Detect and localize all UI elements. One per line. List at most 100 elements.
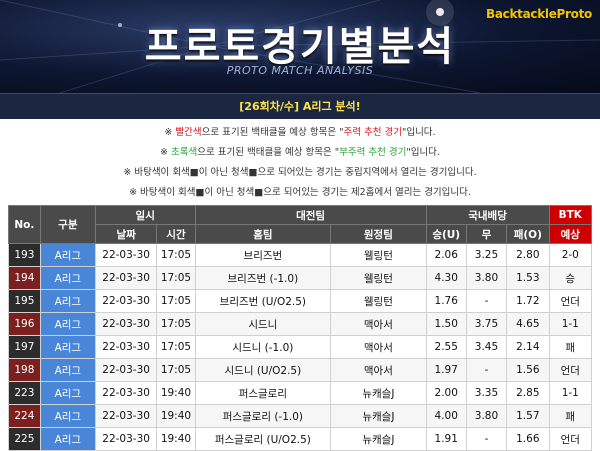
time-cell: 17:05	[156, 266, 196, 290]
home-team-cell: 퍼스글로리	[194, 381, 332, 405]
header-odds: 국내배당	[425, 205, 550, 225]
date-cell: 22-03-30	[94, 243, 158, 267]
away-team-cell: 뉴캐슬J	[330, 427, 427, 451]
time-cell: 19:40	[156, 404, 196, 428]
match-number: 223	[8, 381, 41, 405]
date-cell: 22-03-30	[94, 358, 158, 382]
away-team-cell: 웰링턴	[330, 243, 427, 267]
home-team-cell: 시드니 (-1.0)	[194, 335, 332, 359]
header-datetime: 일시	[94, 205, 196, 225]
table-row[interactable]: 194 A리그 22-03-30 17:05 브리즈번 (-1.0) 웰링턴 4.30 3.8…	[8, 266, 593, 290]
odds-draw-cell: 3.45	[465, 335, 508, 359]
prediction-cell: 1-1	[548, 312, 593, 336]
match-number: 225	[8, 427, 41, 451]
league-cell: A리그	[39, 289, 96, 313]
note-text: 으로 표기된 백태클을 예상 항목은 "	[201, 127, 344, 138]
table-row[interactable]: 224 A리그 22-03-30 19:40 퍼스글로리 (-1.0) 뉴캐슬J 4.00 3…	[8, 404, 593, 428]
note-highlight: 주력 추천 경기	[343, 127, 402, 138]
home-team-cell: 퍼스글로리 (-1.0)	[194, 404, 332, 428]
legend-note-green: ※ 초록색으로 표기된 백태클을 예상 항목은 "부주력 추천 경기"입니다.	[0, 144, 600, 158]
date-cell: 22-03-30	[94, 266, 158, 290]
league-cell: A리그	[39, 381, 96, 405]
odds-win-cell: 2.00	[425, 381, 467, 405]
table-row[interactable]: 197 A리그 22-03-30 17:05 시드니 (-1.0) 맥아서 2.55 3.45…	[8, 335, 593, 359]
table-row[interactable]: 225 A리그 22-03-30 19:40 퍼스글로리 (U/O2.5) 뉴캐슬J 1.9…	[8, 427, 593, 451]
odds-lose-cell: 2.85	[506, 381, 550, 405]
match-number: 196	[8, 312, 41, 336]
odds-draw-cell: 3.80	[465, 404, 508, 428]
header-draw: 무	[465, 224, 508, 244]
table-row[interactable]: 196 A리그 22-03-30 17:05 시드니 맥아서 1.50 3.75 4.65 1-1	[8, 312, 593, 336]
away-team-cell: 웰링턴	[330, 266, 427, 290]
note-highlight: 부주력 추천 경기	[339, 147, 407, 158]
note-prefix: ※	[164, 127, 176, 138]
header-no: No.	[8, 205, 41, 244]
odds-lose-cell: 1.72	[506, 289, 550, 313]
time-cell: 17:05	[156, 312, 196, 336]
league-cell: A리그	[39, 335, 96, 359]
home-team-cell: 브리즈번	[194, 243, 332, 267]
note-suffix: "입니다.	[406, 147, 440, 158]
odds-draw-cell: -	[465, 427, 508, 451]
match-number: 198	[8, 358, 41, 382]
home-team-cell: 브리즈번 (-1.0)	[194, 266, 332, 290]
league-cell: A리그	[39, 243, 96, 267]
date-cell: 22-03-30	[94, 289, 158, 313]
league-cell: A리그	[39, 312, 96, 336]
home-team-cell: 브리즈번 (U/O2.5)	[194, 289, 332, 313]
time-cell: 19:40	[156, 381, 196, 405]
time-cell: 17:05	[156, 243, 196, 267]
league-cell: A리그	[39, 404, 96, 428]
note-color-word: 빨간색	[175, 127, 202, 138]
away-team-cell: 맥아서	[330, 335, 427, 359]
prediction-cell: 패	[548, 404, 593, 428]
match-number: 195	[8, 289, 41, 313]
odds-win-cell: 4.00	[425, 404, 467, 428]
time-cell: 17:05	[156, 335, 196, 359]
note-text: 으로 표기된 백태클을 예상 항목은 "	[197, 147, 340, 158]
header-banner: BacktackleProto 프로토경기별분석 PROTO MATCH ANA…	[0, 0, 600, 93]
odds-lose-cell: 1.66	[506, 427, 550, 451]
time-cell: 17:05	[156, 358, 196, 382]
table-row[interactable]: 198 A리그 22-03-30 17:05 시드니 (U/O2.5) 맥아서 1.97-1…	[8, 358, 593, 382]
odds-win-cell: 1.76	[425, 289, 467, 313]
prediction-cell: 언더	[548, 427, 593, 451]
legend-note-red: ※ 빨간색으로 표기된 백태클을 예상 항목은 "주력 추천 경기"입니다.	[0, 124, 600, 138]
prediction-cell: 2-0	[548, 243, 593, 267]
odds-win-cell: 4.30	[425, 266, 467, 290]
header-match: 대전팀	[194, 205, 427, 225]
header-home: 홈팀	[194, 224, 332, 244]
note-prefix: ※	[160, 147, 172, 158]
date-cell: 22-03-30	[94, 404, 158, 428]
table-row[interactable]: 193 A리그 22-03-30 17:05 브리즈번 웰링턴 2.06 3.25 2.80 2-…	[8, 243, 593, 267]
away-team-cell: 뉴캐슬J	[330, 381, 427, 405]
header-prediction: 예상	[548, 224, 593, 244]
note-suffix: "입니다.	[401, 127, 436, 138]
match-number: 193	[8, 243, 41, 267]
prediction-cell: 언더	[548, 358, 593, 382]
odds-win-cell: 2.55	[425, 335, 467, 359]
away-team-cell: 맥아서	[330, 312, 427, 336]
match-number: 194	[8, 266, 41, 290]
away-team-cell: 맥아서	[330, 358, 427, 382]
match-schedule-table: No. 구분 일시 대전팀 국내배당 BTK 날짜 시간 홈팀 원정팀 승(U)…	[8, 205, 593, 451]
table-row[interactable]: 195 A리그 22-03-30 17:05 브리즈번 (U/O2.5) 웰링턴 1.76-…	[8, 289, 593, 313]
odds-win-cell: 1.91	[425, 427, 467, 451]
odds-draw-cell: 3.35	[465, 381, 508, 405]
round-label: [26회차/수] A리그 분석!	[0, 93, 600, 119]
odds-lose-cell: 2.14	[506, 335, 550, 359]
date-cell: 22-03-30	[94, 335, 158, 359]
date-cell: 22-03-30	[94, 381, 158, 405]
odds-lose-cell: 4.65	[506, 312, 550, 336]
odds-lose-cell: 2.80	[506, 243, 550, 267]
home-team-cell: 퍼스글로리 (U/O2.5)	[194, 427, 332, 451]
date-cell: 22-03-30	[94, 312, 158, 336]
header-btk: BTK	[548, 205, 593, 225]
header-time: 시간	[156, 224, 196, 244]
home-team-cell: 시드니	[194, 312, 332, 336]
match-number: 224	[8, 404, 41, 428]
date-cell: 22-03-30	[94, 427, 158, 451]
note-color-word: 초록색	[171, 147, 198, 158]
table-row[interactable]: 223 A리그 22-03-30 19:40 퍼스글로리 뉴캐슬J 2.00 3.35 2.85…	[8, 381, 593, 405]
odds-lose-cell: 1.53	[506, 266, 550, 290]
